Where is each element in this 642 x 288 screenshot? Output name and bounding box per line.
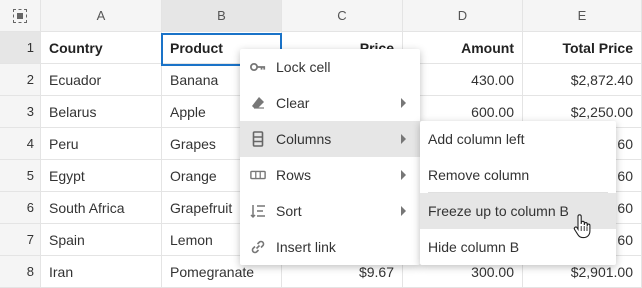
menu-item-columns[interactable]: Columns — [240, 121, 420, 157]
hand-cursor-icon — [572, 214, 592, 243]
chevron-right-icon — [401, 206, 406, 216]
row-header[interactable]: 8 — [0, 256, 41, 288]
cell-a3[interactable]: Belarus — [41, 96, 162, 128]
cell-a1[interactable]: Country — [41, 32, 162, 64]
menu-item-label: Insert link — [276, 239, 336, 255]
cell-a6[interactable]: South Africa — [41, 192, 162, 224]
columns-icon — [250, 131, 266, 147]
row-header[interactable]: 1 — [0, 32, 41, 64]
row-header[interactable]: 3 — [0, 96, 41, 128]
row-header[interactable]: 4 — [0, 128, 41, 160]
menu-item-label: Rows — [276, 167, 312, 183]
menu-item-sort[interactable]: Sort — [240, 193, 420, 229]
column-header-a[interactable]: A — [41, 0, 162, 32]
sort-icon — [250, 203, 266, 219]
cell-a8[interactable]: Iran — [41, 256, 162, 288]
row-header[interactable]: 7 — [0, 224, 41, 256]
menu-item-clear[interactable]: Clear — [240, 85, 420, 121]
menu-item-insert-link[interactable]: Insert link — [240, 229, 420, 265]
row-header[interactable]: 6 — [0, 192, 41, 224]
columns-submenu: Add column left Remove column Freeze up … — [420, 121, 616, 265]
context-menu: Lock cell Clear Columns Rows Sort Insert… — [240, 49, 420, 265]
eraser-icon — [250, 95, 266, 111]
cell-a5[interactable]: Egypt — [41, 160, 162, 192]
cell-a2[interactable]: Ecuador — [41, 64, 162, 96]
chevron-right-icon — [401, 134, 406, 144]
rows-icon — [250, 167, 266, 183]
cell-d2[interactable]: 430.00 — [403, 64, 523, 96]
cell-e2[interactable]: $2,872.40 — [523, 64, 642, 96]
cell-e1[interactable]: Total Price — [523, 32, 642, 64]
row-header[interactable]: 5 — [0, 160, 41, 192]
chevron-right-icon — [401, 170, 406, 180]
select-all-icon — [13, 8, 27, 23]
menu-item-label: Columns — [276, 131, 332, 147]
menu-item-label: Clear — [276, 95, 310, 111]
column-header-e[interactable]: E — [523, 0, 642, 32]
submenu-item-remove-column[interactable]: Remove column — [420, 157, 616, 192]
cell-d1[interactable]: Amount — [403, 32, 523, 64]
menu-item-lock-cell[interactable]: Lock cell — [240, 49, 420, 85]
menu-item-label: Sort — [276, 203, 302, 219]
select-all-corner[interactable] — [0, 0, 41, 32]
submenu-item-add-column-left[interactable]: Add column left — [420, 121, 616, 157]
column-header-b[interactable]: B — [162, 0, 282, 32]
menu-item-label: Lock cell — [276, 59, 331, 75]
column-header-d[interactable]: D — [403, 0, 523, 32]
link-icon — [250, 239, 266, 255]
menu-item-rows[interactable]: Rows — [240, 157, 420, 193]
column-header-c[interactable]: C — [282, 0, 403, 32]
cell-a4[interactable]: Peru — [41, 128, 162, 160]
chevron-right-icon — [401, 98, 406, 108]
key-icon — [250, 59, 266, 75]
cell-a7[interactable]: Spain — [41, 224, 162, 256]
column-header-row: A B C D E — [0, 0, 642, 32]
row-header[interactable]: 2 — [0, 64, 41, 96]
